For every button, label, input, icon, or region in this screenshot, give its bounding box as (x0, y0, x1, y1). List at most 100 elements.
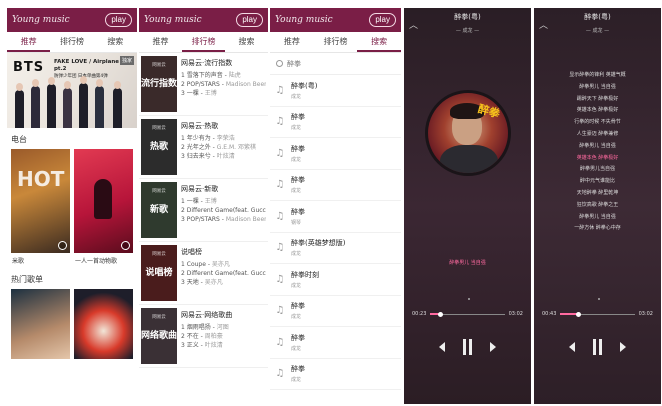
result-song-name: 醉拳(粤) (291, 81, 318, 90)
rank-row[interactable]: 网易云 网络歌曲 网易云·网络歌曲 1 烟雨唱扬 - 河图 2 不在 - 周柏豪 3… (139, 305, 268, 368)
rank-title: 网易云·网络歌曲 (181, 311, 233, 319)
rank-cover-logo: 网易云 (152, 126, 166, 131)
rank-song-artist: 河图 (216, 324, 229, 331)
pause-icon[interactable] (463, 339, 472, 355)
rank-num: 2 (181, 270, 185, 277)
banner-subtitle-line2: 防弹少年团 日本单曲第4弹 (54, 74, 108, 79)
playlist-card[interactable] (74, 289, 133, 359)
search-result-item[interactable]: ♫ 醉拳 成龙 (270, 327, 401, 359)
tab-ranking[interactable]: 排行榜 (50, 32, 93, 52)
rank-row[interactable]: 网易云 新歌 网易云·新歌 1 一棵 - 王博 2 Different Game(… (139, 179, 268, 242)
previous-icon[interactable] (569, 342, 575, 352)
rank-song-artist: G.E.M. 邓紫棋 (216, 144, 256, 151)
music-note-icon: ♫ (275, 147, 285, 159)
search-result-item[interactable]: ♫ 醉拳 成龙 (270, 296, 401, 327)
tab-recommend[interactable]: 推荐 (270, 32, 314, 52)
rank-num: 2 (181, 81, 185, 88)
progress-track[interactable] (560, 311, 635, 317)
radio-caption: 米歌 (12, 258, 25, 265)
rank-cover-text: 网络歌曲 (141, 330, 178, 341)
search-result-info: 醉拳时刻 成龙 (286, 270, 319, 289)
result-artist: 成龙 (291, 93, 302, 100)
rank-song-name: 天地 (186, 279, 199, 286)
time-current: 00:43 (542, 311, 557, 317)
result-artist: 成龙 (291, 314, 302, 321)
search-result-item[interactable]: ♫ 醉拳 成龙 (270, 170, 401, 201)
chevron-up-icon[interactable]: ︿ (539, 18, 548, 31)
next-icon[interactable] (620, 342, 626, 352)
music-note-icon: ♫ (275, 84, 285, 96)
tab-recommend[interactable]: 推荐 (139, 32, 182, 52)
rank-song: 2 POP/STARS - Madison Beer (181, 81, 266, 88)
rank-song: 3 天地 - 吴亦凡 (181, 279, 223, 286)
progress-knob[interactable] (575, 311, 581, 317)
radio-card[interactable]: HOT 米歌 (11, 149, 70, 268)
play-icon[interactable] (121, 241, 130, 250)
chevron-up-icon[interactable]: ︿ (409, 18, 418, 31)
rank-song-name: Coupe (186, 261, 206, 268)
lyric-line: 英雄本色 醉拳极好 (576, 107, 619, 114)
search-result-item[interactable]: ♫ 醉拳 钢琴 (270, 201, 401, 233)
promo-banner[interactable]: BTS FAKE LOVE / Airplane pt.2 防弹少年团 日本单曲… (7, 53, 137, 128)
previous-icon[interactable] (439, 342, 445, 352)
rank-row[interactable]: 网易云 流行指数 网易云·流行指数 1 雪落下的声音 - 陆虎 2 POP/STA… (139, 53, 268, 116)
tab-search[interactable]: 搜索 (225, 32, 268, 52)
tab-search[interactable]: 搜索 (357, 32, 401, 52)
play-button[interactable]: play (369, 13, 396, 27)
play-icon[interactable] (58, 241, 67, 250)
search-result-info: 醉拳 成龙 (286, 175, 305, 194)
tab-search[interactable]: 搜索 (94, 32, 137, 52)
playlist-card[interactable] (11, 289, 70, 359)
search-input[interactable] (287, 59, 387, 68)
lyric-line: 醉拳男儿当自强 (579, 166, 615, 173)
song-title: 醉拳(粤) (454, 13, 481, 21)
tab-ranking[interactable]: 排行榜 (314, 32, 358, 52)
rank-song: 1 一棵 - 王博 (181, 198, 217, 205)
rank-title: 网易云·新歌 (181, 185, 219, 193)
album-disc[interactable]: 醉拳 (425, 90, 511, 176)
rank-info: 网易云·热歌 1 年少有为 - 李荣浩 2 光年之外 - G.E.M. 邓紫棋 3 … (177, 119, 266, 175)
search-result-item[interactable]: ♫ 醉拳 成龙 (270, 107, 401, 138)
result-song-name: 醉拳 (291, 207, 305, 216)
progress-knob[interactable] (437, 311, 443, 317)
progress-bar: 00:23 03:02 (412, 311, 523, 317)
rank-cover-text: 流行指数 (141, 78, 178, 89)
time-total: 03:02 (638, 311, 653, 317)
player-lyrics-screen: ︿ 醉拳(粤) — 成龙 — 显示醉拳的锋利 英雄气概 醉拳男儿 当自强 踢醉天下 … (534, 8, 661, 404)
search-result-info: 醉拳 成龙 (286, 144, 305, 163)
rank-row[interactable]: 网易云 热歌 网易云·热歌 1 年少有为 - 李荣浩 2 光年之外 - G.E.M… (139, 116, 268, 179)
progress-track[interactable] (430, 311, 505, 317)
tab-ranking[interactable]: 排行榜 (182, 32, 225, 52)
result-artist: 成龙 (291, 156, 302, 163)
album-art-shirt (440, 145, 498, 173)
rank-row[interactable]: 网易云 说唱榜 说唱榜 1 Coupe - 吴亦凡 2 Different Gam… (139, 242, 268, 305)
search-result-item[interactable]: ♫ 醉拳(粤) 成龙 (270, 75, 401, 107)
rank-song-name: POP/STARS (186, 216, 220, 223)
pause-icon[interactable] (593, 339, 602, 355)
search-result-item[interactable]: ♫ 醉拳时刻 成龙 (270, 264, 401, 296)
play-button[interactable]: play (105, 13, 132, 27)
rank-song-artist: 叶炫清 (216, 153, 235, 160)
search-result-item[interactable]: ♫ 醉拳 成龙 (270, 359, 401, 390)
rank-song-artist: 王博 (204, 90, 217, 97)
search-result-item[interactable]: ♫ 醉拳 成龙 (270, 138, 401, 170)
rank-num: 1 (181, 261, 185, 268)
rank-num: 2 (181, 333, 185, 340)
rank-cover-logo: 网易云 (152, 252, 166, 257)
radio-card[interactable]: 一人一首动物歌 (74, 149, 133, 268)
rank-song: 2 光年之外 - G.E.M. 邓紫棋 (181, 144, 256, 151)
rank-song: 2 不在 - 周柏豪 (181, 333, 223, 340)
search-result-item[interactable]: ♫ 醉拳(英雄梦想版) 成龙 (270, 233, 401, 264)
rank-cover: 网易云 流行指数 (141, 56, 177, 112)
rank-cover: 网易云 新歌 (141, 182, 177, 238)
tab-recommend[interactable]: 推荐 (7, 32, 51, 52)
play-button[interactable]: play (236, 13, 263, 27)
rank-song-name: Different Game(feat. Gucci M... (186, 270, 266, 277)
result-artist: 成龙 (291, 125, 302, 132)
lyric-line: 显示醉拳的锋利 英雄气概 (569, 72, 626, 78)
singer-figure (94, 179, 112, 219)
band-member (47, 77, 56, 128)
next-icon[interactable] (490, 342, 496, 352)
playlist-grid (7, 289, 137, 359)
lyrics-panel[interactable]: 显示醉拳的锋利 英雄气概 醉拳男儿 当自强 踢醉天下 醉拳极好 英雄本色 醉拳极好 行拳… (534, 70, 661, 235)
